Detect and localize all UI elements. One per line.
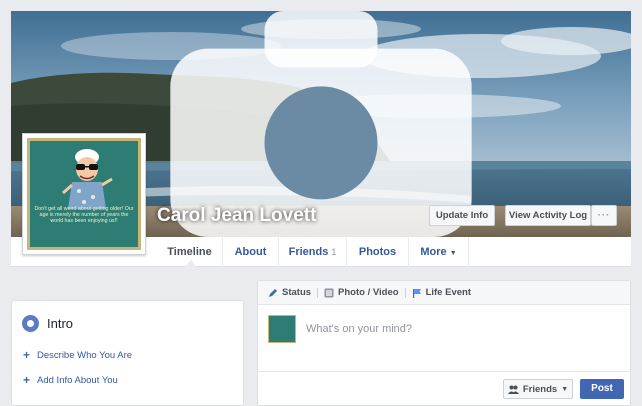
tab-more[interactable]: More ▼ — [409, 237, 469, 267]
profile-page: Don't get all weird about getting older!… — [11, 11, 631, 406]
post-button[interactable]: Post — [580, 379, 624, 399]
composer-footer: Friends ▼ Post — [258, 371, 630, 406]
composer-tab-photo-video[interactable]: Photo / Video — [324, 287, 399, 298]
describe-who-you-are-link[interactable]: + Describe Who You Are — [23, 348, 132, 362]
flag-icon — [412, 288, 421, 298]
tab-friends[interactable]: Friends 1 — [279, 237, 347, 267]
pencil-icon — [269, 288, 277, 297]
tab-friends-label: Friends — [288, 246, 329, 258]
chevron-down-icon: ▼ — [449, 250, 457, 257]
photo-icon — [324, 288, 334, 297]
composer-tab-status-label: Status — [282, 287, 312, 298]
composer-body: What's on your mind? — [258, 305, 630, 371]
cartoon-lady-illustration — [62, 149, 113, 209]
plus-icon: + — [23, 373, 31, 387]
status-input[interactable]: What's on your mind? — [306, 323, 412, 335]
composer-tabs: Status Photo / Video Life Event — [258, 281, 630, 305]
intro-title: Intro — [47, 316, 74, 331]
divider — [317, 287, 319, 298]
intro-panel: Intro + Describe Who You Are + Add Info … — [11, 300, 244, 406]
composer-tab-status[interactable]: Status — [268, 287, 311, 298]
add-info-about-you-link[interactable]: + Add Info About You — [23, 373, 118, 387]
view-activity-log-button[interactable]: View Activity Log — [505, 205, 591, 226]
composer-tab-life-event-label: Life Event — [425, 287, 471, 298]
divider — [404, 287, 406, 298]
composer-tab-life-event[interactable]: Life Event — [412, 287, 471, 298]
add-info-about-you-label: Add Info About You — [37, 374, 118, 386]
tab-more-label: More — [420, 246, 447, 258]
tab-photos[interactable]: Photos — [347, 237, 409, 267]
tab-about[interactable]: About — [223, 237, 279, 267]
globe-icon — [22, 315, 39, 332]
friends-icon — [507, 385, 519, 394]
profile-name[interactable]: Carol Jean Lovett — [157, 205, 316, 227]
audience-selector-button[interactable]: Friends ▼ — [503, 379, 573, 399]
post-composer: Status Photo / Video Life Event What's o… — [257, 280, 631, 406]
chevron-down-icon: ▼ — [561, 385, 569, 393]
composer-tab-photo-video-label: Photo / Video — [338, 287, 399, 298]
audience-label: Friends — [522, 383, 558, 395]
describe-who-you-are-label: Describe Who You Are — [37, 349, 133, 361]
friends-count: 1 — [331, 247, 337, 257]
update-info-button[interactable]: Update Info — [429, 205, 495, 226]
intro-header: Intro — [22, 315, 73, 332]
active-tab-indicator — [185, 260, 197, 267]
avatar — [268, 315, 296, 343]
more-options-button[interactable]: ··· — [591, 205, 617, 226]
profile-picture[interactable]: Don't get all weird about getting older!… — [22, 133, 146, 255]
profile-picture-image: Don't get all weird about getting older!… — [27, 138, 141, 250]
profile-picture-caption: Don't get all weird about getting older!… — [34, 206, 134, 225]
plus-icon: + — [23, 348, 31, 362]
